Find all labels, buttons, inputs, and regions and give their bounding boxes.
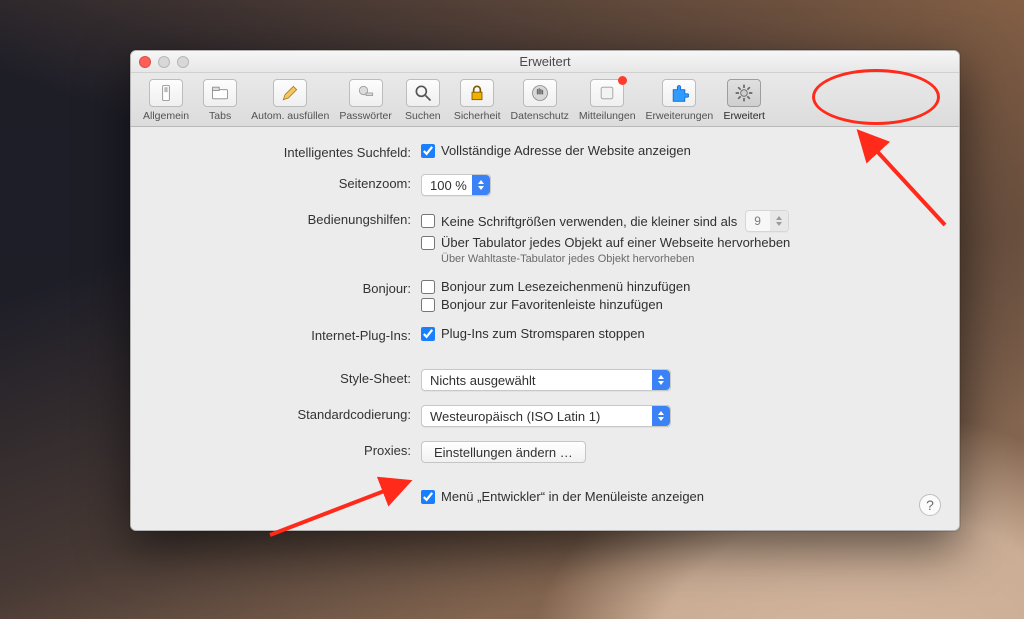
- row-developer-menu: Menü „Entwickler“ in der Menüleiste anze…: [161, 489, 929, 504]
- label-proxies: Proxies:: [161, 441, 421, 458]
- checkbox-bonjour-favorites[interactable]: Bonjour zur Favoritenleiste hinzufügen: [421, 297, 663, 312]
- checkbox-stop-plugins-powersave[interactable]: Plug-Ins zum Stromsparen stoppen: [421, 326, 645, 341]
- tabs-icon: [210, 83, 230, 103]
- row-page-zoom: Seitenzoom: 100 %: [161, 174, 929, 196]
- tab-extensions[interactable]: Erweiterungen: [642, 77, 718, 124]
- checkbox-min-font-size-input[interactable]: [421, 214, 435, 228]
- chevron-updown-icon: [652, 370, 670, 390]
- checkbox-show-developer-menu-input[interactable]: [421, 490, 435, 504]
- label-stylesheet: Style-Sheet:: [161, 369, 421, 386]
- popup-min-font-size: 9: [745, 210, 789, 232]
- chevron-updown-icon: [770, 211, 788, 231]
- tab-tabs[interactable]: Tabs: [195, 77, 245, 124]
- label-bonjour: Bonjour:: [161, 279, 421, 296]
- tab-notifications[interactable]: Mitteilungen: [575, 77, 640, 124]
- minimize-button[interactable]: [158, 56, 170, 68]
- preferences-toolbar: Allgemein Tabs Autom. ausfüllen Passwört…: [131, 73, 959, 127]
- checkbox-bonjour-bookmarks[interactable]: Bonjour zum Lesezeichenmenü hinzufügen: [421, 279, 690, 294]
- popup-page-zoom[interactable]: 100 %: [421, 174, 491, 196]
- puzzle-icon: [669, 83, 689, 103]
- checkbox-show-developer-menu[interactable]: Menü „Entwickler“ in der Menüleiste anze…: [421, 489, 704, 504]
- label-accessibility: Bedienungshilfen:: [161, 210, 421, 227]
- checkbox-show-full-url-input[interactable]: [421, 144, 435, 158]
- button-change-proxy-settings[interactable]: Einstellungen ändern …: [421, 441, 586, 463]
- row-accessibility: Bedienungshilfen: Keine Schriftgrößen ve…: [161, 210, 929, 265]
- checkbox-stop-plugins-powersave-input[interactable]: [421, 327, 435, 341]
- advanced-pane: Intelligentes Suchfeld: Vollständige Adr…: [131, 127, 959, 530]
- titlebar: Erweitert: [131, 51, 959, 73]
- tab-search[interactable]: Suchen: [398, 77, 448, 124]
- tab-autofill[interactable]: Autom. ausfüllen: [247, 77, 333, 124]
- window-controls: [139, 56, 189, 68]
- key-icon: [356, 83, 376, 103]
- preferences-window: Erweitert Allgemein Tabs Autom. ausfülle…: [130, 50, 960, 531]
- notification-icon: [597, 83, 617, 103]
- tab-advanced[interactable]: Erweitert: [719, 77, 769, 124]
- close-button[interactable]: [139, 56, 151, 68]
- checkbox-show-full-url[interactable]: Vollständige Adresse der Website anzeige…: [421, 143, 691, 158]
- label-encoding: Standardcodierung:: [161, 405, 421, 422]
- label-page-zoom: Seitenzoom:: [161, 174, 421, 191]
- chevron-updown-icon: [652, 406, 670, 426]
- hand-icon: [530, 83, 550, 103]
- hint-option-tab: Über Wahltaste-Tabulator jedes Objekt he…: [441, 253, 694, 265]
- tab-privacy[interactable]: Datenschutz: [507, 77, 573, 124]
- checkbox-tab-highlight-input[interactable]: [421, 236, 435, 250]
- row-stylesheet: Style-Sheet: Nichts ausgewählt: [161, 369, 929, 391]
- zoom-button[interactable]: [177, 56, 189, 68]
- gear-icon: [734, 83, 754, 103]
- popup-stylesheet[interactable]: Nichts ausgewählt: [421, 369, 671, 391]
- search-icon: [413, 83, 433, 103]
- tab-passwords[interactable]: Passwörter: [335, 77, 396, 124]
- row-encoding: Standardcodierung: Westeuropäisch (ISO L…: [161, 405, 929, 427]
- label-smart-search: Intelligentes Suchfeld:: [161, 143, 421, 160]
- window-title: Erweitert: [519, 54, 570, 69]
- lock-icon: [467, 83, 487, 103]
- checkbox-min-font-size[interactable]: Keine Schriftgrößen verwenden, die klein…: [421, 214, 737, 229]
- row-plugins: Internet-Plug-Ins: Plug-Ins zum Stromspa…: [161, 326, 929, 343]
- label-plugins: Internet-Plug-Ins:: [161, 326, 421, 343]
- help-button[interactable]: ?: [919, 494, 941, 516]
- checkbox-bonjour-bookmarks-input[interactable]: [421, 280, 435, 294]
- popup-encoding[interactable]: Westeuropäisch (ISO Latin 1): [421, 405, 671, 427]
- checkbox-tab-highlight[interactable]: Über Tabulator jedes Objekt auf einer We…: [421, 235, 790, 250]
- tab-general[interactable]: Allgemein: [139, 77, 193, 124]
- chevron-updown-icon: [472, 175, 490, 195]
- row-smart-search: Intelligentes Suchfeld: Vollständige Adr…: [161, 143, 929, 160]
- notification-badge: [618, 76, 627, 85]
- checkbox-bonjour-favorites-input[interactable]: [421, 298, 435, 312]
- tab-security[interactable]: Sicherheit: [450, 77, 505, 124]
- switch-icon: [156, 83, 176, 103]
- row-proxies: Proxies: Einstellungen ändern …: [161, 441, 929, 463]
- row-bonjour: Bonjour: Bonjour zum Lesezeichenmenü hin…: [161, 279, 929, 312]
- pencil-icon: [280, 83, 300, 103]
